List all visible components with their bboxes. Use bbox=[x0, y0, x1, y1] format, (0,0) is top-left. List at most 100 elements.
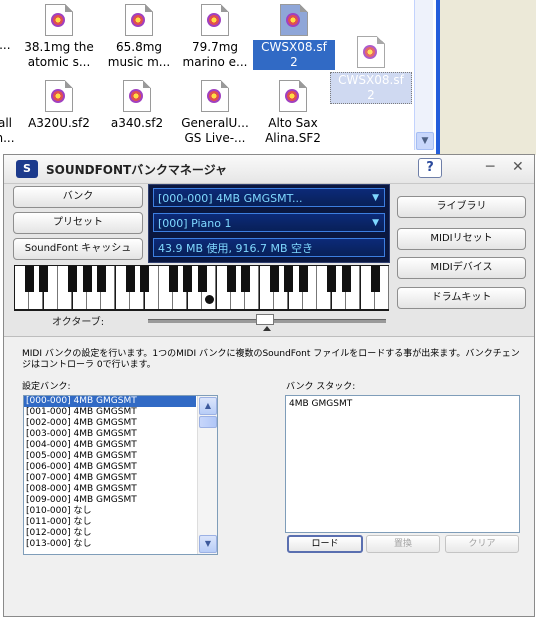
scroll-up-icon[interactable]: ▲ bbox=[199, 397, 217, 415]
description-text: MIDI バンクの設定を行います。1つのMIDI バンクに複数のSoundFon… bbox=[22, 349, 520, 370]
black-key[interactable] bbox=[197, 266, 207, 292]
octave-label: オクターブ: bbox=[52, 317, 105, 328]
black-key[interactable] bbox=[125, 266, 135, 292]
black-key[interactable] bbox=[327, 266, 337, 292]
octave-center-tick-icon bbox=[263, 326, 271, 331]
soundfont-file-icon bbox=[280, 4, 308, 36]
octave-slider-thumb[interactable] bbox=[256, 314, 274, 325]
bank-list-item[interactable]: [012-000] なし bbox=[24, 528, 217, 539]
black-key[interactable] bbox=[341, 266, 351, 292]
bank-list-label: 設定バンク: bbox=[22, 382, 71, 392]
midi-device-button[interactable]: MIDIデバイス bbox=[397, 257, 526, 279]
soundfont-file-icon bbox=[123, 80, 151, 112]
desktop-background bbox=[436, 0, 536, 155]
file-item[interactable]: A320U.sf2 bbox=[18, 80, 100, 131]
soundfont-file-icon bbox=[45, 4, 73, 36]
file-label: a340.sf2 bbox=[110, 116, 164, 130]
black-key[interactable] bbox=[96, 266, 106, 292]
bank-list-item[interactable]: [003-000] 4MB GMGSMT bbox=[24, 429, 217, 440]
help-button[interactable]: ? bbox=[418, 158, 442, 178]
lcd-display: [000-000] 4MB GMGSMT... ▼ [000] Piano 1 … bbox=[148, 184, 390, 263]
clear-button[interactable]: クリア bbox=[445, 535, 519, 553]
stack-list-item[interactable]: 4MB GMGSMT bbox=[286, 396, 519, 412]
drum-kit-button[interactable]: ドラムキット bbox=[397, 287, 526, 309]
file-label: 65.8mg music m... bbox=[107, 40, 171, 69]
black-key[interactable] bbox=[298, 266, 308, 292]
scrollbar-thumb[interactable] bbox=[199, 416, 217, 428]
black-key[interactable] bbox=[68, 266, 78, 292]
scroll-down-icon[interactable]: ▼ bbox=[416, 132, 434, 150]
piano-keyboard[interactable] bbox=[14, 265, 389, 311]
file-item-selected[interactable]: CWSX08.sf 2 bbox=[253, 4, 335, 70]
bank-list-item[interactable]: [006-000] 4MB GMGSMT bbox=[24, 462, 217, 473]
file-label: CWSX08.sf 2 bbox=[253, 40, 335, 70]
library-button[interactable]: ライブラリ bbox=[397, 196, 526, 218]
black-key[interactable] bbox=[168, 266, 178, 292]
preset-select[interactable]: [000] Piano 1 ▼ bbox=[153, 213, 385, 232]
file-item[interactable]: a340.sf2 bbox=[96, 80, 178, 131]
bank-list-item[interactable]: [002-000] 4MB GMGSMT bbox=[24, 418, 217, 429]
dropdown-arrow-icon: ▼ bbox=[372, 193, 379, 203]
scroll-down-icon[interactable]: ▼ bbox=[199, 535, 217, 553]
memory-usage-text: 43.9 MB 使用, 916.7 MB 空き bbox=[158, 242, 314, 255]
bank-button[interactable]: バンク bbox=[13, 186, 143, 208]
black-key[interactable] bbox=[39, 266, 49, 292]
load-button[interactable]: ロード bbox=[287, 535, 363, 553]
black-key[interactable] bbox=[24, 266, 34, 292]
black-key[interactable] bbox=[82, 266, 92, 292]
bank-list-item[interactable]: [008-000] 4MB GMGSMT bbox=[24, 484, 217, 495]
stack-list-label: バンク スタック: bbox=[286, 382, 356, 392]
file-item[interactable]: 79.7mg marino e... bbox=[174, 4, 256, 70]
soundfont-bank-manager-window: S SOUNDFONTバンクマネージャ ? ─ ✕ バンク プリセット Soun… bbox=[3, 154, 535, 617]
soundfont-cache-button[interactable]: SoundFont キャッシュ bbox=[13, 238, 143, 260]
soundfont-file-icon bbox=[201, 4, 229, 36]
bank-select[interactable]: [000-000] 4MB GMGSMT... ▼ bbox=[153, 188, 385, 207]
replace-button[interactable]: 置換 bbox=[366, 535, 440, 553]
black-key[interactable] bbox=[370, 266, 380, 292]
bank-list-item[interactable]: [007-000] 4MB GMGSMT bbox=[24, 473, 217, 484]
file-label: 38.1mg the atomic s... bbox=[24, 40, 94, 69]
bank-list-item[interactable]: [009-000] 4MB GMGSMT bbox=[24, 495, 217, 506]
bank-stack-list[interactable]: 4MB GMGSMT bbox=[285, 395, 520, 533]
bank-list-item[interactable]: [001-000] 4MB GMGSMT bbox=[24, 407, 217, 418]
file-item[interactable]: 38.1mg the atomic s... bbox=[18, 4, 100, 70]
preset-button[interactable]: プリセット bbox=[13, 212, 143, 234]
black-key[interactable] bbox=[269, 266, 279, 292]
file-item[interactable]: 65.8mg music m... bbox=[98, 4, 180, 70]
soundfont-file-icon bbox=[357, 36, 385, 68]
soundfont-file-icon bbox=[125, 4, 153, 36]
bank-list-item-selected[interactable]: [000-000] 4MB GMGSMT bbox=[24, 396, 196, 407]
preset-select-value: [000] Piano 1 bbox=[158, 217, 232, 230]
soundfont-logo-icon: S bbox=[16, 160, 38, 178]
black-key[interactable] bbox=[226, 266, 236, 292]
file-label: A320U.sf2 bbox=[28, 116, 90, 130]
window-title: SOUNDFONTバンクマネージャ bbox=[46, 163, 227, 177]
bank-list-item[interactable]: [013-000] なし bbox=[24, 539, 217, 550]
black-key[interactable] bbox=[140, 266, 150, 292]
title-bar[interactable]: S SOUNDFONTバンクマネージャ ? ─ ✕ bbox=[4, 155, 534, 184]
close-icon[interactable]: ✕ bbox=[512, 159, 524, 175]
black-key[interactable] bbox=[183, 266, 193, 292]
bank-list-item[interactable]: [005-000] 4MB GMGSMT bbox=[24, 451, 217, 462]
soundfont-file-icon bbox=[201, 80, 229, 112]
black-key[interactable] bbox=[284, 266, 294, 292]
explorer-window: n... 38.1mg the atomic s... 65.8mg music… bbox=[0, 0, 536, 155]
file-item[interactable]: GeneralU... GS Live-... bbox=[174, 80, 256, 146]
file-label: GeneralU... GS Live-... bbox=[181, 116, 249, 145]
midi-reset-button[interactable]: MIDIリセット bbox=[397, 228, 526, 250]
explorer-scrollbar[interactable]: ▼ bbox=[414, 0, 434, 150]
bank-list-scrollbar[interactable]: ▲ ▼ bbox=[197, 396, 217, 554]
bank-list-item[interactable]: [004-000] 4MB GMGSMT bbox=[24, 440, 217, 451]
black-key[interactable] bbox=[240, 266, 250, 292]
middle-c-marker-icon bbox=[204, 295, 214, 304]
file-label: 79.7mg marino e... bbox=[182, 40, 248, 69]
bank-select-value: [000-000] 4MB GMGSMT... bbox=[158, 192, 303, 205]
file-label: Alto Sax Alina.SF2 bbox=[265, 116, 321, 145]
file-item[interactable]: Alto Sax Alina.SF2 bbox=[252, 80, 334, 146]
control-panel: バンク プリセット SoundFont キャッシュ [000-000] 4MB … bbox=[4, 184, 534, 337]
bank-list-item[interactable]: [011-000] なし bbox=[24, 517, 217, 528]
minimize-icon[interactable]: ─ bbox=[486, 159, 494, 175]
bank-list-item[interactable]: [010-000] なし bbox=[24, 506, 217, 517]
soundfont-file-icon bbox=[279, 80, 307, 112]
bank-list[interactable]: [000-000] 4MB GMGSMT [001-000] 4MB GMGSMT… bbox=[23, 395, 218, 555]
